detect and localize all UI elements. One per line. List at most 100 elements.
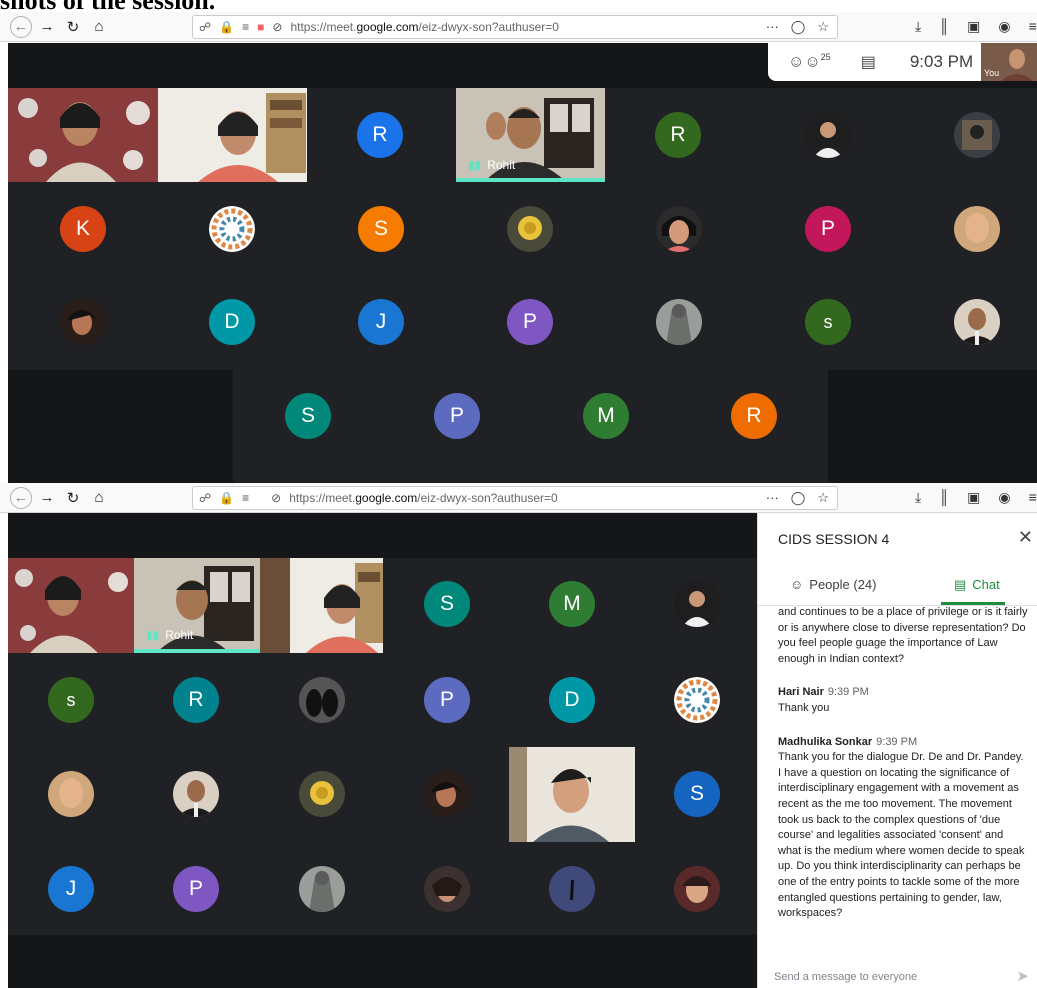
send-icon[interactable]: ➤ — [1016, 967, 1029, 985]
sidebar-icon[interactable]: ▣ — [967, 18, 980, 35]
url-text[interactable]: https://meet.google.com/eiz-dwyx-son?aut… — [290, 20, 559, 34]
chat-icon[interactable]: ▤ — [861, 52, 876, 72]
participant-avatar[interactable]: D — [549, 677, 595, 723]
back-button[interactable]: ← — [10, 15, 32, 38]
participant-avatar[interactable]: S — [285, 393, 331, 439]
participant-avatar[interactable]: R — [357, 112, 403, 158]
close-icon[interactable]: ✕ — [1018, 527, 1033, 548]
participant-avatar[interactable]: S — [424, 581, 470, 627]
tab-chat[interactable]: ▤ Chat — [954, 577, 1000, 593]
participant-photo-avatar[interactable] — [674, 581, 720, 627]
participant-photo-avatar[interactable] — [299, 866, 345, 912]
participant-photo-avatar[interactable] — [674, 866, 720, 912]
participant-avatar[interactable]: R — [655, 112, 701, 158]
participant-photo-avatar[interactable] — [299, 677, 345, 723]
participant-avatar[interactable]: K — [60, 206, 106, 252]
video-tile-participant[interactable] — [158, 88, 307, 182]
participant-avatar[interactable]: P — [424, 677, 470, 723]
participant-avatar[interactable]: s — [48, 677, 94, 723]
back-button[interactable]: ← — [10, 486, 32, 509]
participant-avatar[interactable]: R — [173, 677, 219, 723]
people-icon: ☺ — [790, 577, 804, 592]
menu-icon[interactable]: ≡ — [1029, 18, 1037, 35]
participant-photo-avatar[interactable] — [48, 771, 94, 817]
participant-avatar[interactable]: P — [507, 299, 553, 345]
participant-avatar[interactable]: S — [674, 771, 720, 817]
bookmark-star-icon[interactable]: ☆ — [817, 19, 829, 35]
participant-photo-avatar[interactable] — [954, 299, 1000, 345]
home-button[interactable]: ⌂ — [88, 16, 110, 38]
participant-photo-avatar[interactable] — [60, 299, 106, 345]
participant-avatar[interactable]: R — [731, 393, 777, 439]
page-actions-button[interactable]: ··· — [766, 19, 779, 35]
video-tile-speaker[interactable]: ▮▮ Rohit — [134, 558, 260, 653]
participant-photo-avatar[interactable] — [805, 112, 851, 158]
video-tile-participant[interactable] — [8, 558, 134, 653]
participant-avatar[interactable]: D — [209, 299, 255, 345]
home-button[interactable]: ⌂ — [88, 487, 110, 509]
participant-photo-avatar[interactable] — [424, 771, 470, 817]
page-actions-button[interactable]: ··· — [766, 490, 779, 506]
participant-photo-avatar[interactable] — [954, 206, 1000, 252]
chat-messages[interactable]: and continues to be a place of privilege… — [778, 605, 1028, 945]
message-time: 9:39 PM — [876, 735, 918, 748]
participant-photo-avatar[interactable] — [954, 112, 1000, 158]
account-icon[interactable]: ◉ — [998, 18, 1010, 35]
bookmark-star-icon[interactable]: ☆ — [817, 490, 829, 506]
url-text[interactable]: https://meet.google.com/eiz-dwyx-son?aut… — [289, 491, 558, 505]
download-icon[interactable]: ⤓ — [915, 489, 921, 506]
url-bar[interactable]: ☍ 🔒 ≡ ■ ⊘ https://meet.google.com/eiz-dw… — [192, 15, 838, 39]
participant-photo-avatar[interactable] — [507, 206, 553, 252]
participant-photo-avatar[interactable] — [424, 866, 470, 912]
url-bar[interactable]: ☍ 🔒 ≡ ⊘ https://meet.google.com/eiz-dwyx… — [192, 486, 838, 510]
participant-photo-avatar[interactable] — [674, 677, 720, 723]
lock-icon[interactable]: 🔒 — [219, 491, 234, 505]
forward-button[interactable]: → — [36, 487, 58, 509]
library-icon[interactable]: ║ — [939, 489, 949, 506]
participant-avatar[interactable]: M — [549, 581, 595, 627]
reload-button[interactable]: ↻ — [62, 16, 84, 38]
tab-people[interactable]: ☺ People (24) — [790, 577, 877, 592]
permissions-icon[interactable]: ≡ — [242, 20, 249, 34]
participant-avatar[interactable]: J — [48, 866, 94, 912]
participant-avatar[interactable]: M — [583, 393, 629, 439]
mic-blocked-icon[interactable]: ⊘ — [272, 20, 282, 34]
library-icon[interactable]: ║ — [939, 18, 949, 35]
participant-photo-avatar[interactable] — [299, 771, 345, 817]
sidebar-icon[interactable]: ▣ — [967, 489, 980, 506]
participant-video — [158, 88, 307, 182]
participant-avatar[interactable]: P — [805, 206, 851, 252]
participant-photo-avatar[interactable] — [656, 299, 702, 345]
participant-photo-avatar[interactable] — [549, 866, 595, 912]
pocket-icon[interactable]: ◯ — [791, 490, 806, 506]
participant-avatar[interactable]: J — [358, 299, 404, 345]
forward-button[interactable]: → — [36, 16, 58, 38]
account-icon[interactable]: ◉ — [998, 489, 1010, 506]
lock-icon[interactable]: 🔒 — [219, 20, 234, 34]
reload-button[interactable]: ↻ — [62, 487, 84, 509]
download-icon[interactable]: ⤓ — [915, 18, 921, 35]
mic-blocked-icon[interactable]: ⊘ — [271, 491, 281, 505]
camera-icon[interactable]: ■ — [257, 20, 264, 34]
meeting-clock: 9:03 PM — [909, 52, 974, 71]
participant-photo-avatar[interactable] — [173, 771, 219, 817]
participant-avatar[interactable]: P — [434, 393, 480, 439]
video-tile-participant[interactable] — [509, 747, 635, 842]
chat-message: Hari Nair 9:39 PM Thank you — [778, 686, 869, 714]
permissions-icon[interactable]: ≡ — [242, 491, 249, 505]
video-tile-participant[interactable] — [260, 558, 383, 653]
participant-photo-avatar[interactable] — [656, 206, 702, 252]
shield-icon[interactable]: ☍ — [199, 491, 211, 505]
self-view-tile[interactable]: You — [981, 43, 1037, 81]
menu-icon[interactable]: ≡ — [1029, 489, 1037, 506]
shield-icon[interactable]: ☍ — [199, 20, 211, 34]
chat-message-input[interactable]: Send a message to everyone — [774, 971, 917, 983]
participant-photo-avatar[interactable] — [209, 206, 255, 252]
participant-avatar[interactable]: s — [805, 299, 851, 345]
people-count-button[interactable]: ☺☺25 — [788, 52, 831, 71]
video-tile-participant[interactable] — [8, 88, 158, 182]
participant-avatar[interactable]: P — [173, 866, 219, 912]
video-tile-speaker[interactable]: ▮▮ Rohit — [456, 88, 605, 180]
participant-avatar[interactable]: S — [358, 206, 404, 252]
pocket-icon[interactable]: ◯ — [791, 19, 806, 35]
